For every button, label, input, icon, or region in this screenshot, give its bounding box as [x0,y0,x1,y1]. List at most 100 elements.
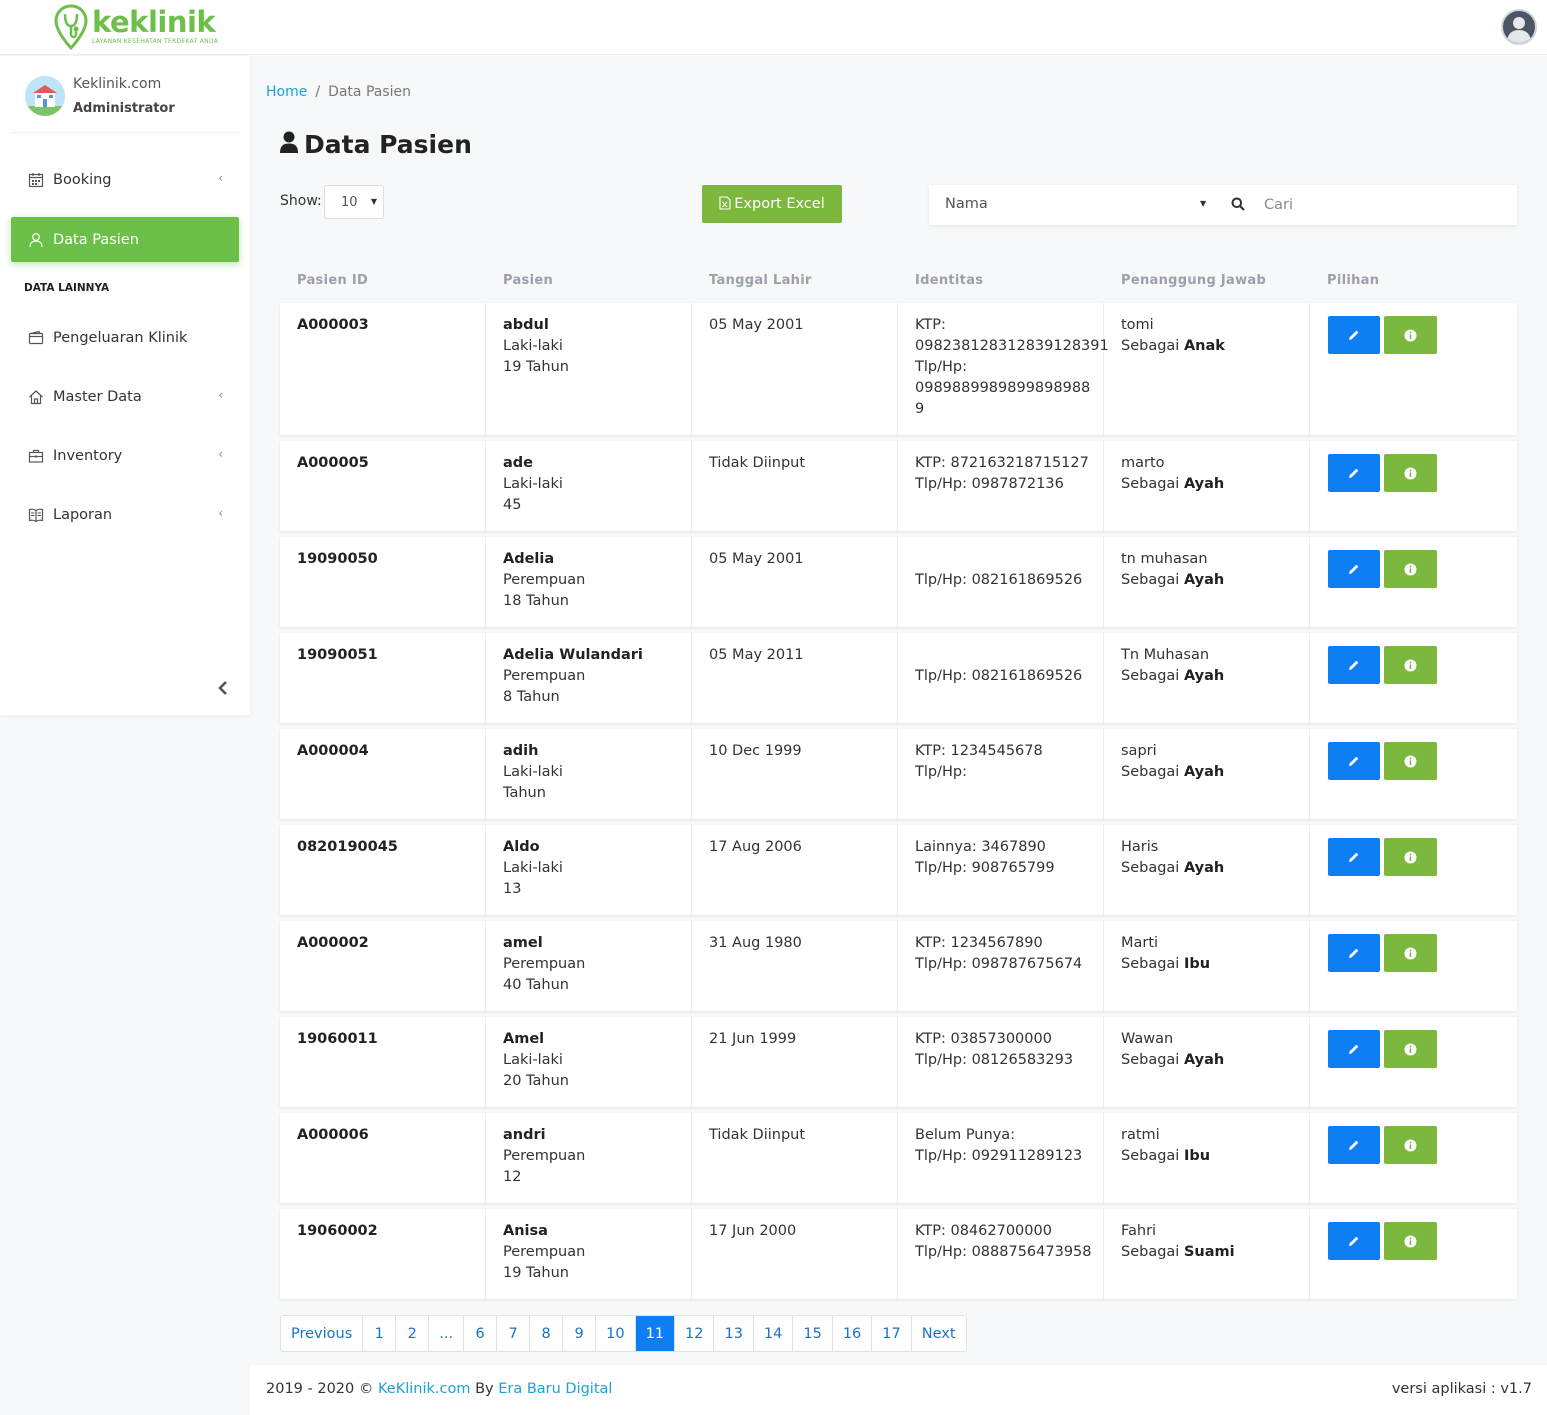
detail-button[interactable] [1384,838,1437,876]
page-ellipsis: ... [429,1316,465,1351]
identity-line: 9 [915,401,925,417]
cell-pasien-id: A000006 [280,1113,486,1203]
caret-down-icon: ▼ [370,197,377,206]
edit-button[interactable] [1328,1030,1380,1068]
calendar-icon [27,171,45,189]
search-field-select[interactable]: Nama [945,196,988,212]
page-link[interactable]: 13 [714,1316,754,1351]
export-excel-button[interactable]: Export Excel [702,185,842,223]
clinic-building-icon [25,76,65,116]
patient-gender: Laki-laki [503,476,563,492]
footer-site-link[interactable]: KeKlinik.com [378,1381,470,1397]
identity-line: KTP: 1234567890 [915,935,1043,951]
cell-tanggal-lahir: 31 Aug 1980 [692,921,898,1011]
page-link[interactable]: 9 [563,1316,597,1351]
previous-page-button[interactable]: Previous [281,1316,364,1351]
patient-gender: Perempuan [503,1244,586,1260]
cell-pasien: amel Perempuan 40 Tahun [486,921,692,1011]
breadcrumb-current: Data Pasien [328,84,412,100]
patient-name: andri [503,1127,546,1143]
guardian-name: Fahri [1121,1223,1157,1239]
detail-button[interactable] [1384,742,1437,780]
page-link[interactable]: 15 [793,1316,833,1351]
detail-button[interactable] [1384,1030,1437,1068]
page-link[interactable]: 14 [754,1316,794,1351]
detail-button[interactable] [1384,454,1437,492]
page-link[interactable]: 1 [363,1316,397,1351]
patient-dob: 17 Aug 2006 [709,839,802,855]
patient-age: 45 [503,497,522,513]
edit-button[interactable] [1328,1126,1380,1164]
logo-pin-icon [54,4,88,50]
page-link[interactable]: 7 [497,1316,531,1351]
user-avatar[interactable] [1501,9,1537,45]
page-link[interactable]: 6 [464,1316,498,1351]
sidebar-collapse-button[interactable] [216,680,230,701]
page-link[interactable]: 17 [872,1316,912,1351]
detail-button[interactable] [1384,934,1437,972]
page-link[interactable]: 11 [635,1316,676,1351]
page-link[interactable]: 12 [675,1316,715,1351]
relation-value: Ayah [1183,572,1225,588]
search-icon[interactable] [1231,197,1245,215]
table-row: A000004 adih Laki-laki Tahun 10 Dec 1999 KTP:… [280,729,1517,819]
info-circle-icon [1404,467,1417,479]
next-page-button[interactable]: Next [912,1316,966,1351]
cell-pasien: Anisa Perempuan 19 Tahun [486,1209,692,1299]
cell-identitas: KTP: 03857300000 Tlp/Hp: 08126583293 [898,1017,1104,1107]
patient-name: Anisa [503,1223,548,1239]
cell-identitas: KTP: 1234567890 Tlp/Hp: 098787675674 [898,921,1104,1011]
sidebar-item-master-data[interactable]: Master Data ‹ [11,374,239,419]
cell-tanggal-lahir: 05 May 2001 [692,537,898,627]
cell-pasien: Aldo Laki-laki 13 [486,825,692,915]
edit-button[interactable] [1328,1222,1380,1260]
detail-button[interactable] [1384,316,1437,354]
sidebar-item-label: Inventory [53,447,123,464]
relation-prefix: Sebagai [1121,476,1180,492]
cell-penanggung-jawab: Tn Muhasan Sebagai Ayah [1104,633,1310,723]
patient-gender: Perempuan [503,668,586,684]
sidebar-item-booking[interactable]: Booking ‹ [11,157,239,202]
edit-button[interactable] [1328,550,1380,588]
cell-penanggung-jawab: Wawan Sebagai Ayah [1104,1017,1310,1107]
identity-line [915,549,1103,570]
identity-line: Tlp/Hp: 0888756473958 [915,1244,1092,1260]
footer: 2019 - 2020 © KeKlinik.com By Era Baru D… [250,1365,1547,1415]
relation-value: Ayah [1183,476,1225,492]
cell-identitas: KTP: 08462700000 Tlp/Hp: 0888756473958 [898,1209,1104,1299]
breadcrumb-home-link[interactable]: Home [266,84,307,100]
brand-logo[interactable]: keklinik LAYANAN KESEHATAN TERDEKAT ANDA [54,4,218,50]
sidebar-item-laporan[interactable]: Laporan ‹ [11,492,239,537]
relation-value: Ayah [1183,1052,1225,1068]
relation-prefix: Sebagai [1121,764,1180,780]
edit-button[interactable] [1328,454,1380,492]
detail-button[interactable] [1384,550,1437,588]
relation-prefix: Sebagai [1121,1244,1180,1260]
edit-button[interactable] [1328,934,1380,972]
guardian-name: tomi [1121,317,1154,333]
sidebar-item-data-pasien[interactable]: Data Pasien [11,217,239,262]
edit-button[interactable] [1328,838,1380,876]
footer-company-link[interactable]: Era Baru Digital [498,1381,612,1397]
page-link[interactable]: 10 [596,1316,636,1351]
search-input[interactable] [1264,191,1504,219]
page-link[interactable]: 16 [833,1316,873,1351]
cell-penanggung-jawab: Fahri Sebagai Suami [1104,1209,1310,1299]
detail-button[interactable] [1384,1126,1437,1164]
edit-button[interactable] [1328,316,1380,354]
edit-button[interactable] [1328,646,1380,684]
guardian-relation: Sebagai Ibu [1121,954,1309,975]
user-icon [27,231,45,249]
edit-button[interactable] [1328,742,1380,780]
detail-button[interactable] [1384,646,1437,684]
page-link[interactable]: 2 [396,1316,430,1351]
page-link[interactable]: 8 [530,1316,564,1351]
identity-line: KTP: [915,317,946,333]
sidebar-item-inventory[interactable]: Inventory ‹ [11,433,239,478]
sidebar-item-pengeluaran-klinik[interactable]: Pengeluaran Klinik [11,315,239,360]
pencil-icon [1349,659,1360,670]
sidebar-section-label: DATA LAINNYA [24,282,110,294]
relation-value: Anak [1183,338,1225,354]
page-size-select[interactable]: 10 ▼ [324,185,384,219]
detail-button[interactable] [1384,1222,1437,1260]
